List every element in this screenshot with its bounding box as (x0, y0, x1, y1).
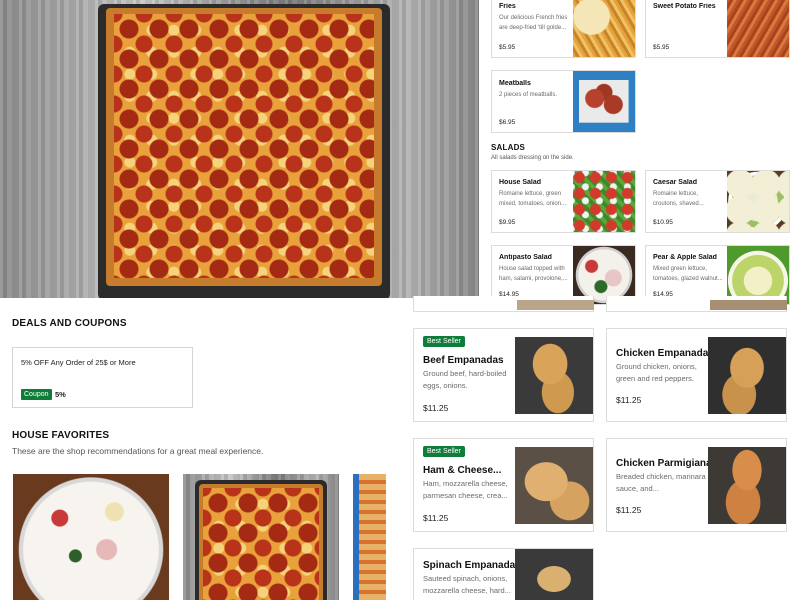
item-description: Ham, mozzarella cheese, parmesan cheese,… (423, 479, 508, 500)
chicken-parmigiana-photo (708, 447, 786, 524)
menu-item-ham-cheese-empanadas[interactable]: Best Seller Ham & Cheese... Ham, mozzare… (413, 438, 594, 532)
item-name: Ham & Cheese... (423, 465, 502, 476)
menu-item-chicken-empanadas[interactable]: Chicken Empanadas Ground chicken, onions… (606, 328, 787, 422)
item-price: $11.25 (616, 505, 642, 515)
best-seller-badge: Best Seller (423, 336, 465, 347)
menu-item-beef-empanadas[interactable]: Best Seller Beef Empanadas Ground beef, … (413, 328, 594, 422)
item-description: Breaded chicken, marinara sauce, and... (616, 472, 706, 493)
item-description: Mixed green lettuce, tomatoes, glazed wa… (653, 266, 723, 282)
item-description: Ground chicken, onions, green and red pe… (616, 362, 697, 383)
item-price: $11.25 (616, 395, 642, 405)
favorites-title: HOUSE FAVORITES (12, 430, 110, 441)
ham-cheese-empanadas-photo (515, 447, 593, 524)
item-name: Pear & Apple Salad (653, 254, 717, 261)
sweet-potato-fries-photo (727, 0, 789, 57)
favorites-subtitle: These are the shop recommendations for a… (12, 446, 264, 456)
item-description: Sauteed spinach, onions, mozzarella chee… (423, 574, 511, 595)
menu-item-caesar-salad[interactable]: Caesar Salad Romaine lettuce, croutons, … (645, 170, 790, 233)
item-description: 2 pieces of meatballs. (499, 92, 558, 98)
best-seller-badge: Best Seller (423, 446, 465, 457)
item-description: House salad topped with ham, salami, pro… (499, 266, 568, 282)
deals-title: DEALS AND COUPONS (12, 318, 127, 329)
salads-subtitle: All salads dressing on the side. (491, 155, 574, 161)
hero-pizza-image (0, 0, 479, 298)
item-name: Caesar Salad (653, 179, 697, 186)
meatballs-photo (573, 71, 635, 132)
coupon-value: 5% (55, 390, 66, 399)
fries-photo (573, 0, 635, 57)
menu-item-spinach-empanadas[interactable]: Spinach Empanadas Sauteed spinach, onion… (413, 548, 594, 600)
favorite-pizza-slices-photo[interactable] (353, 474, 386, 600)
item-name: Sweet Potato Fries (653, 3, 716, 10)
coupon-badge: Coupon (21, 389, 52, 400)
item-name: Chicken Empanadas (616, 348, 714, 359)
item-name: Spinach Empanadas (423, 560, 521, 571)
item-description: Ground beef, hard-boiled eggs, onions. (423, 369, 507, 390)
item-description (653, 13, 723, 34)
card-edge-photo (710, 300, 787, 310)
menu-item-fries[interactable]: Fries Our delicious French fries are dee… (491, 0, 636, 58)
item-name: Chicken Parmigiana... (616, 458, 720, 469)
item-name: Meatballs (499, 80, 531, 87)
menu-item-sweet-potato-fries[interactable]: Sweet Potato Fries $5.95 (645, 0, 790, 58)
item-price: $5.95 (653, 44, 670, 51)
card-edge-photo (517, 300, 594, 310)
item-description: Romaine lettuce, croutons, shaved... (653, 191, 704, 207)
beef-empanadas-photo (515, 337, 593, 414)
house-salad-photo (573, 171, 635, 232)
item-name: Fries (499, 3, 516, 10)
coupon-title: 5% OFF Any Order of 25$ or More (21, 358, 136, 367)
item-description: Romaine lettuce, green mixed, tomatoes, … (499, 191, 567, 207)
item-price: $11.25 (423, 403, 449, 413)
pizza-toppings (203, 488, 319, 600)
caesar-salad-photo (727, 171, 789, 232)
item-price: $10.95 (653, 219, 673, 226)
spinach-empanadas-photo (515, 549, 593, 600)
menu-item-meatballs[interactable]: Meatballs 2 pieces of meatballs. $6.95 (491, 70, 636, 133)
chicken-empanadas-photo (708, 337, 786, 414)
item-price: $11.25 (423, 513, 449, 523)
item-price: $9.95 (499, 219, 516, 226)
menu-item-chicken-parmigiana[interactable]: Chicken Parmigiana... Breaded chicken, m… (606, 438, 787, 532)
item-name: Beef Empanadas (423, 355, 504, 366)
salads-title: SALADS (491, 143, 526, 152)
item-price: $5.95 (499, 44, 516, 51)
item-name: House Salad (499, 179, 542, 186)
item-price: $6.95 (499, 119, 516, 126)
item-name: Antipasto Salad (499, 254, 552, 261)
favorite-antipasto-photo[interactable] (13, 474, 169, 600)
item-description: Our delicious French fries are deep-frie… (499, 15, 568, 31)
favorite-pizza-photo[interactable] (183, 474, 339, 600)
pizza-toppings (114, 14, 374, 278)
menu-item-house-salad[interactable]: House Salad Romaine lettuce, green mixed… (491, 170, 636, 233)
coupon-card[interactable]: 5% OFF Any Order of 25$ or More Coupon 5… (12, 347, 193, 408)
